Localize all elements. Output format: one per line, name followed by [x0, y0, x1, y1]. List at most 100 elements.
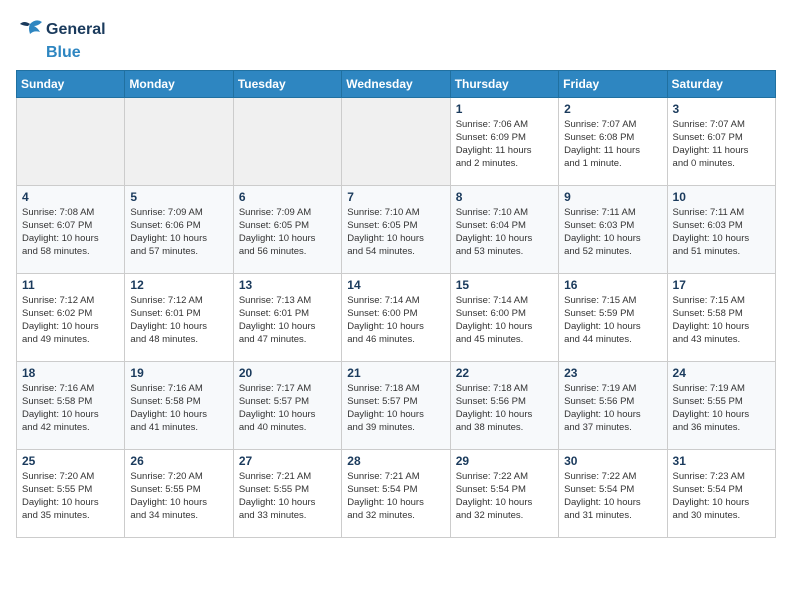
day-number: 31 [673, 454, 770, 468]
day-number: 10 [673, 190, 770, 204]
day-number: 4 [22, 190, 119, 204]
day-info: Sunrise: 7:14 AM Sunset: 6:00 PM Dayligh… [347, 294, 444, 347]
weekday-header-monday: Monday [125, 70, 233, 97]
day-info: Sunrise: 7:11 AM Sunset: 6:03 PM Dayligh… [673, 206, 770, 259]
calendar-cell: 4 Sunrise: 7:08 AM Sunset: 6:07 PM Daylig… [17, 185, 125, 273]
calendar-cell: 6Sunrise: 7:09 AM Sunset: 6:05 PM Daylig… [233, 185, 341, 273]
calendar-cell: 13 Sunrise: 7:13 AM Sunset: 6:01 PM Dayli… [233, 273, 341, 361]
day-number: 13 [239, 278, 336, 292]
calendar-cell: 1 Sunrise: 7:06 AM Sunset: 6:09 PM Daylig… [450, 97, 558, 185]
calendar-cell: 26Sunrise: 7:20 AM Sunset: 5:55 PM Dayli… [125, 449, 233, 537]
day-number: 21 [347, 366, 444, 380]
day-info: Sunrise: 7:06 AM Sunset: 6:09 PM Dayligh… [456, 118, 553, 171]
calendar-cell: 14Sunrise: 7:14 AM Sunset: 6:00 PM Dayli… [342, 273, 450, 361]
calendar-cell: 21 Sunrise: 7:18 AM Sunset: 5:57 PM Dayli… [342, 361, 450, 449]
day-number: 7 [347, 190, 444, 204]
day-number: 25 [22, 454, 119, 468]
calendar-cell: 10 Sunrise: 7:11 AM Sunset: 6:03 PM Dayli… [667, 185, 775, 273]
calendar-week-row: 11 Sunrise: 7:12 AM Sunset: 6:02 PM Dayli… [17, 273, 776, 361]
day-info: Sunrise: 7:07 AM Sunset: 6:08 PM Dayligh… [564, 118, 661, 171]
day-number: 29 [456, 454, 553, 468]
day-number: 1 [456, 102, 553, 116]
logo-bird-icon [16, 16, 44, 44]
logo: General Blue [16, 16, 106, 62]
calendar-cell: 9Sunrise: 7:11 AM Sunset: 6:03 PM Daylig… [559, 185, 667, 273]
weekday-header-sunday: Sunday [17, 70, 125, 97]
day-info: Sunrise: 7:12 AM Sunset: 6:01 PM Dayligh… [130, 294, 227, 347]
calendar-table: SundayMondayTuesdayWednesdayThursdayFrid… [16, 70, 776, 538]
calendar-cell: 12 Sunrise: 7:12 AM Sunset: 6:01 PM Dayli… [125, 273, 233, 361]
calendar-cell: 25 Sunrise: 7:20 AM Sunset: 5:55 PM Dayli… [17, 449, 125, 537]
day-info: Sunrise: 7:16 AM Sunset: 5:58 PM Dayligh… [22, 382, 119, 435]
day-number: 22 [456, 366, 553, 380]
day-info: Sunrise: 7:09 AM Sunset: 6:06 PM Dayligh… [130, 206, 227, 259]
day-info: Sunrise: 7:17 AM Sunset: 5:57 PM Dayligh… [239, 382, 336, 435]
day-number: 2 [564, 102, 661, 116]
weekday-header-wednesday: Wednesday [342, 70, 450, 97]
header: General Blue [16, 16, 776, 62]
calendar-cell: 7 Sunrise: 7:10 AM Sunset: 6:05 PM Daylig… [342, 185, 450, 273]
calendar-cell: 29 Sunrise: 7:22 AM Sunset: 5:54 PM Dayli… [450, 449, 558, 537]
calendar-cell: 17Sunrise: 7:15 AM Sunset: 5:58 PM Dayli… [667, 273, 775, 361]
day-number: 11 [22, 278, 119, 292]
calendar-cell: 20 Sunrise: 7:17 AM Sunset: 5:57 PM Dayli… [233, 361, 341, 449]
day-number: 18 [22, 366, 119, 380]
logo-blue: Blue [46, 44, 81, 62]
weekday-header-saturday: Saturday [667, 70, 775, 97]
day-info: Sunrise: 7:18 AM Sunset: 5:57 PM Dayligh… [347, 382, 444, 435]
day-info: Sunrise: 7:19 AM Sunset: 5:56 PM Dayligh… [564, 382, 661, 435]
calendar-week-row: 1 Sunrise: 7:06 AM Sunset: 6:09 PM Daylig… [17, 97, 776, 185]
weekday-header-friday: Friday [559, 70, 667, 97]
calendar-week-row: 4 Sunrise: 7:08 AM Sunset: 6:07 PM Daylig… [17, 185, 776, 273]
day-number: 24 [673, 366, 770, 380]
calendar-cell: 28 Sunrise: 7:21 AM Sunset: 5:54 PM Dayli… [342, 449, 450, 537]
day-info: Sunrise: 7:08 AM Sunset: 6:07 PM Dayligh… [22, 206, 119, 259]
day-info: Sunrise: 7:21 AM Sunset: 5:54 PM Dayligh… [347, 470, 444, 523]
day-info: Sunrise: 7:15 AM Sunset: 5:59 PM Dayligh… [564, 294, 661, 347]
day-info: Sunrise: 7:20 AM Sunset: 5:55 PM Dayligh… [22, 470, 119, 523]
calendar-cell: 27 Sunrise: 7:21 AM Sunset: 5:55 PM Dayli… [233, 449, 341, 537]
day-info: Sunrise: 7:13 AM Sunset: 6:01 PM Dayligh… [239, 294, 336, 347]
day-info: Sunrise: 7:19 AM Sunset: 5:55 PM Dayligh… [673, 382, 770, 435]
calendar-cell: 24 Sunrise: 7:19 AM Sunset: 5:55 PM Dayli… [667, 361, 775, 449]
calendar-cell: 2 Sunrise: 7:07 AM Sunset: 6:08 PM Daylig… [559, 97, 667, 185]
day-info: Sunrise: 7:15 AM Sunset: 5:58 PM Dayligh… [673, 294, 770, 347]
calendar-cell [233, 97, 341, 185]
day-number: 28 [347, 454, 444, 468]
calendar-cell: 8Sunrise: 7:10 AM Sunset: 6:04 PM Daylig… [450, 185, 558, 273]
day-info: Sunrise: 7:21 AM Sunset: 5:55 PM Dayligh… [239, 470, 336, 523]
calendar-cell: 5 Sunrise: 7:09 AM Sunset: 6:06 PM Daylig… [125, 185, 233, 273]
day-number: 20 [239, 366, 336, 380]
day-number: 3 [673, 102, 770, 116]
day-number: 26 [130, 454, 227, 468]
calendar-cell: 3Sunrise: 7:07 AM Sunset: 6:07 PM Daylig… [667, 97, 775, 185]
day-info: Sunrise: 7:10 AM Sunset: 6:05 PM Dayligh… [347, 206, 444, 259]
day-info: Sunrise: 7:22 AM Sunset: 5:54 PM Dayligh… [456, 470, 553, 523]
calendar-week-row: 18 Sunrise: 7:16 AM Sunset: 5:58 PM Dayli… [17, 361, 776, 449]
day-number: 27 [239, 454, 336, 468]
day-info: Sunrise: 7:12 AM Sunset: 6:02 PM Dayligh… [22, 294, 119, 347]
day-info: Sunrise: 7:18 AM Sunset: 5:56 PM Dayligh… [456, 382, 553, 435]
calendar-cell: 23 Sunrise: 7:19 AM Sunset: 5:56 PM Dayli… [559, 361, 667, 449]
calendar-cell [125, 97, 233, 185]
day-number: 15 [456, 278, 553, 292]
calendar-cell: 11 Sunrise: 7:12 AM Sunset: 6:02 PM Dayli… [17, 273, 125, 361]
day-number: 23 [564, 366, 661, 380]
day-info: Sunrise: 7:16 AM Sunset: 5:58 PM Dayligh… [130, 382, 227, 435]
day-info: Sunrise: 7:23 AM Sunset: 5:54 PM Dayligh… [673, 470, 770, 523]
day-number: 12 [130, 278, 227, 292]
day-number: 8 [456, 190, 553, 204]
weekday-header-thursday: Thursday [450, 70, 558, 97]
calendar-cell: 16 Sunrise: 7:15 AM Sunset: 5:59 PM Dayli… [559, 273, 667, 361]
day-number: 6 [239, 190, 336, 204]
calendar-cell: 15Sunrise: 7:14 AM Sunset: 6:00 PM Dayli… [450, 273, 558, 361]
logo-general: General [46, 21, 106, 39]
calendar-cell: 18 Sunrise: 7:16 AM Sunset: 5:58 PM Dayli… [17, 361, 125, 449]
calendar-cell: 19 Sunrise: 7:16 AM Sunset: 5:58 PM Dayli… [125, 361, 233, 449]
day-number: 5 [130, 190, 227, 204]
day-info: Sunrise: 7:11 AM Sunset: 6:03 PM Dayligh… [564, 206, 661, 259]
day-number: 16 [564, 278, 661, 292]
weekday-header-row: SundayMondayTuesdayWednesdayThursdayFrid… [17, 70, 776, 97]
calendar-cell: 30Sunrise: 7:22 AM Sunset: 5:54 PM Dayli… [559, 449, 667, 537]
day-number: 19 [130, 366, 227, 380]
